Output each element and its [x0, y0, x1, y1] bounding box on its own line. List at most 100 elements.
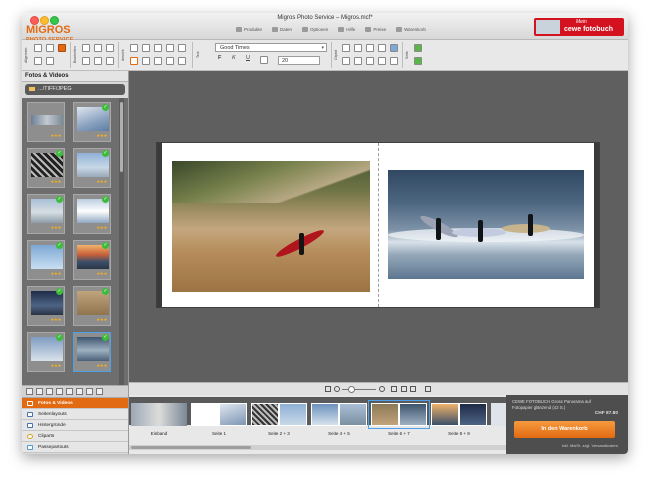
- delete-icon[interactable]: [106, 44, 114, 52]
- cewe-fotobuch-logo: Mein cewe fotobuch: [534, 18, 624, 36]
- photo-thumbnail[interactable]: ✓ ★★★: [27, 148, 65, 188]
- nav-warenkorb[interactable]: Warenkorb: [396, 27, 426, 32]
- photo-thumbnail[interactable]: ✓ ★★★: [27, 240, 65, 280]
- paste-icon[interactable]: [94, 44, 102, 52]
- nav-preise[interactable]: Preise: [365, 27, 386, 32]
- nav-optionen[interactable]: Optionen: [302, 27, 328, 32]
- text-color-icon[interactable]: [260, 56, 268, 64]
- save-icon[interactable]: [34, 44, 42, 52]
- distribute-icon[interactable]: [378, 57, 386, 65]
- grid-icon[interactable]: [142, 44, 150, 52]
- photo-thumbnail[interactable]: ✓ ★★★: [73, 240, 111, 280]
- filmstrip-scrollbar[interactable]: [129, 445, 506, 450]
- spread-thumbnail-seite-8-9[interactable]: [431, 403, 487, 426]
- photo-thumbnail[interactable]: ✓ ★★★: [73, 194, 111, 234]
- book-spread[interactable]: [157, 143, 599, 307]
- more-icon[interactable]: [178, 57, 186, 65]
- view-large-icon[interactable]: [66, 388, 73, 395]
- photo-thumbnail[interactable]: ✓ ★★★: [27, 286, 65, 326]
- select-icon[interactable]: [130, 57, 138, 65]
- align-center-icon[interactable]: [354, 57, 362, 65]
- preview-icon[interactable]: [425, 386, 431, 392]
- full-screen-icon[interactable]: [391, 386, 397, 392]
- italic-button[interactable]: K: [232, 55, 236, 61]
- align-right-icon[interactable]: [366, 57, 374, 65]
- photo-thumbnail[interactable]: ✓ ★★★: [73, 148, 111, 188]
- logo-mein: Mein: [576, 19, 587, 25]
- font-select[interactable]: Good Times ▾: [215, 43, 327, 52]
- font-size-select[interactable]: 20: [278, 56, 320, 65]
- mirror-icon[interactable]: [94, 57, 102, 65]
- photo-frame-icon[interactable]: [342, 44, 350, 52]
- bold-button[interactable]: F: [218, 55, 221, 61]
- sidebar-item-passepartouts[interactable]: Passepartouts: [22, 442, 128, 453]
- next-page-icon[interactable]: [410, 386, 416, 392]
- sort-icon[interactable]: [26, 388, 33, 395]
- underline-button[interactable]: U: [246, 55, 250, 61]
- editor-canvas[interactable]: [129, 71, 628, 382]
- surfers-waves-photo[interactable]: [388, 170, 584, 279]
- layout-icon[interactable]: [130, 44, 138, 52]
- photo-thumbnail[interactable]: ✓ ★★★: [73, 102, 111, 142]
- sidebar-item-seitenlayouts[interactable]: Seitenlayouts: [22, 409, 128, 420]
- spread-thumbnail-einband[interactable]: [131, 403, 187, 426]
- spread-thumbnail-seite-2-3[interactable]: [251, 403, 307, 426]
- sidebar-item-fotos-videos[interactable]: Fotos & Videos: [22, 398, 128, 409]
- fit-page-icon[interactable]: [325, 386, 331, 392]
- folder-view-icon[interactable]: [96, 388, 103, 395]
- shape-tool-icon[interactable]: [154, 57, 162, 65]
- front-icon[interactable]: [166, 44, 174, 52]
- spread-thumbnail-seite-1[interactable]: [191, 403, 247, 426]
- clipart-icon: [27, 434, 33, 439]
- sidebar-item-cliparts[interactable]: Cliparts: [22, 431, 128, 442]
- text-tool-icon[interactable]: [142, 57, 150, 65]
- search-icon[interactable]: [36, 388, 43, 395]
- shadow-icon[interactable]: [366, 44, 374, 52]
- zoom-in-icon[interactable]: [379, 386, 385, 392]
- previous-page-icon[interactable]: [401, 386, 407, 392]
- nav-daten[interactable]: Daten: [272, 27, 292, 32]
- filter-icon[interactable]: [46, 388, 53, 395]
- folder-selector[interactable]: .../TIFF/JPEG: [25, 84, 125, 95]
- thumbnail-scrollbar[interactable]: [119, 98, 124, 385]
- page-layout-icon[interactable]: [414, 57, 422, 65]
- surfer-beach-photo[interactable]: [172, 161, 370, 292]
- spread-thumbnail-next[interactable]: [491, 403, 506, 426]
- sidebar-item-hintergruende[interactable]: Hintergründe: [22, 420, 128, 431]
- info-icon[interactable]: [86, 388, 93, 395]
- order-icon[interactable]: [58, 44, 66, 52]
- settings-icon[interactable]: [46, 57, 54, 65]
- view-small-icon[interactable]: [56, 388, 63, 395]
- back-icon[interactable]: [178, 44, 186, 52]
- photo-thumbnail[interactable]: ✓ ★★★: [27, 194, 65, 234]
- nav-hilfe[interactable]: Hilfe: [338, 27, 355, 32]
- spread-thumbnail-seite-4-5[interactable]: [311, 403, 367, 426]
- crop-icon[interactable]: [106, 57, 114, 65]
- add-to-cart-button[interactable]: In den Warenkorb: [514, 421, 615, 438]
- lock-icon[interactable]: [390, 57, 398, 65]
- sidebar-item-label: Seitenlayouts: [38, 412, 67, 417]
- zoom-out-icon[interactable]: [334, 386, 340, 392]
- copy-icon[interactable]: [82, 44, 90, 52]
- list-view-icon[interactable]: [76, 388, 83, 395]
- nav-produkte[interactable]: Produkte: [236, 27, 262, 32]
- photo-thumbnail[interactable]: ✓ ★★★: [27, 332, 65, 372]
- effects-icon[interactable]: [354, 44, 362, 52]
- scrollbar-thumb[interactable]: [120, 102, 123, 172]
- photo-thumbnail[interactable]: ✓ ★★★: [73, 332, 111, 372]
- arrange-icon[interactable]: [154, 44, 162, 52]
- folder-icon: [29, 86, 35, 91]
- add-page-icon[interactable]: [414, 44, 422, 52]
- print-icon[interactable]: [34, 57, 42, 65]
- spread-thumbnail-seite-6-7[interactable]: [368, 400, 430, 429]
- clipart-tool-icon[interactable]: [166, 57, 174, 65]
- scrollbar-thumb[interactable]: [131, 446, 251, 449]
- border-icon[interactable]: [378, 44, 386, 52]
- rotate-icon[interactable]: [82, 57, 90, 65]
- zoom-slider-knob[interactable]: [348, 386, 355, 393]
- undo-icon[interactable]: [46, 44, 54, 52]
- globe-icon[interactable]: [390, 44, 398, 52]
- align-left-icon[interactable]: [342, 57, 350, 65]
- photo-thumbnail[interactable]: ✓ ★★★: [73, 286, 111, 326]
- photo-thumbnail[interactable]: ★★★: [27, 102, 65, 142]
